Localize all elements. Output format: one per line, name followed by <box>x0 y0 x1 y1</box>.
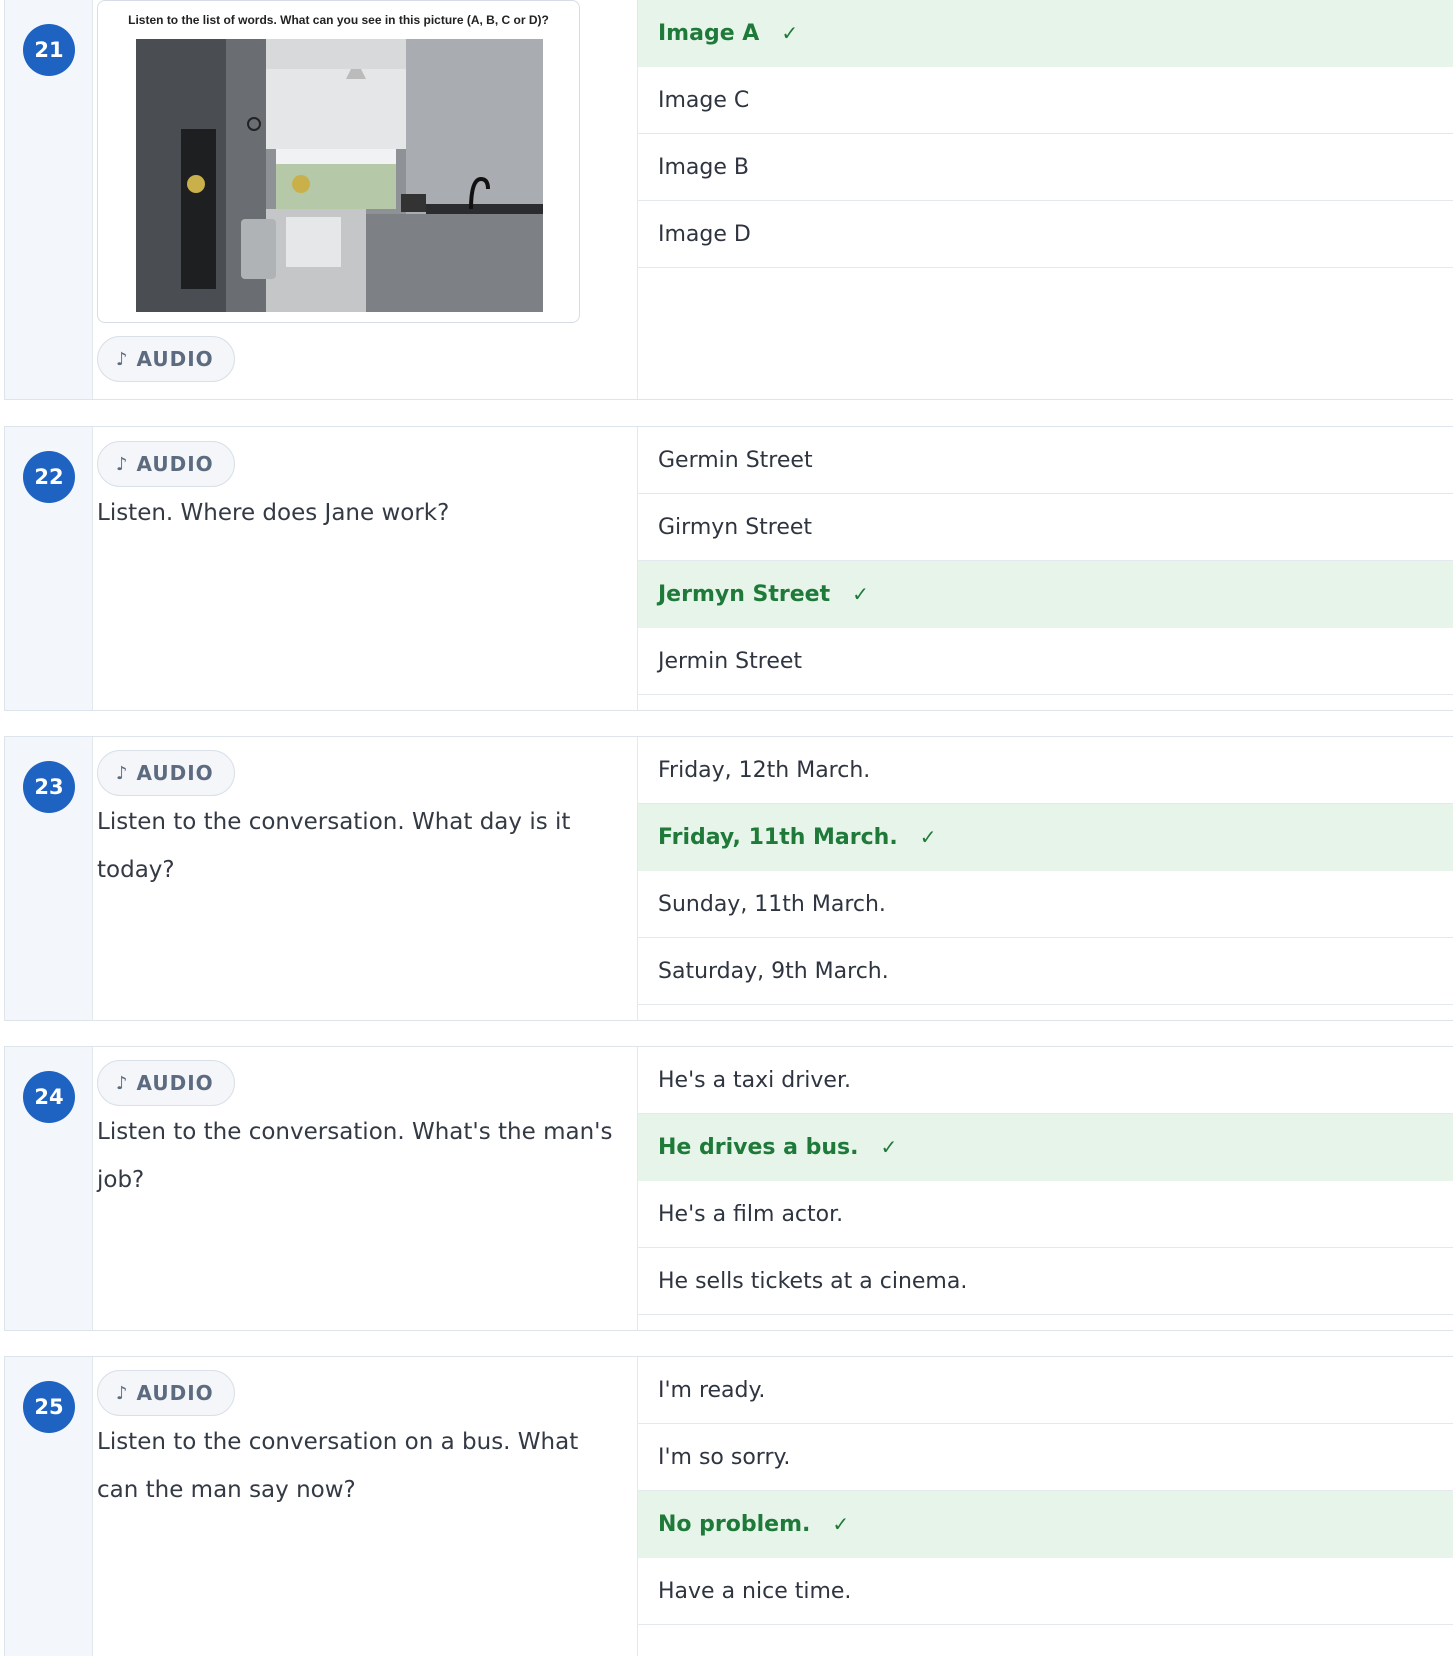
answer-options: He's a taxi driver. He drives a bus. ✓ He… <box>638 1047 1453 1315</box>
question-number-badge: 21 <box>23 24 75 76</box>
check-icon: ✓ <box>880 1135 898 1159</box>
question-card: 23 ♪ AUDIO Listen to the conversation. W… <box>4 736 1453 1021</box>
option-label: Friday, 11th March. <box>658 824 898 850</box>
answer-option[interactable]: Jermin Street <box>638 628 1453 695</box>
answer-option[interactable]: Saturday, 9th March. <box>638 938 1453 1005</box>
play-audio-button[interactable]: ♪ AUDIO <box>97 1060 235 1106</box>
check-icon: ✓ <box>919 825 937 849</box>
check-icon: ✓ <box>832 1512 850 1536</box>
audio-label: AUDIO <box>136 761 214 785</box>
option-label: Image C <box>658 87 750 113</box>
question-text: Listen. Where does Jane work? <box>97 500 450 526</box>
question-number-column: 21 <box>5 0 93 399</box>
answer-option-correct[interactable]: He drives a bus. ✓ <box>638 1114 1453 1181</box>
answer-option[interactable]: He's a film actor. <box>638 1181 1453 1248</box>
question-text: Listen to the conversation on a bus. Wha… <box>97 1429 579 1503</box>
option-label: Girmyn Street <box>658 514 813 540</box>
option-label: He's a film actor. <box>658 1201 844 1227</box>
question-number-badge: 24 <box>23 1071 75 1123</box>
answer-option[interactable]: I'm ready. <box>638 1357 1453 1424</box>
answer-option-correct[interactable]: No problem. ✓ <box>638 1491 1453 1558</box>
answer-options: Image A ✓ Image C Image B Image D <box>638 0 1453 268</box>
option-label: I'm so sorry. <box>658 1444 791 1470</box>
answer-option[interactable]: Image B <box>638 134 1453 201</box>
question-number-badge: 22 <box>23 451 75 503</box>
music-note-icon: ♪ <box>116 453 129 475</box>
answer-option[interactable]: Friday, 12th March. <box>638 737 1453 804</box>
question-card: 22 ♪ AUDIO Listen. Where does Jane work?… <box>4 426 1453 711</box>
question-text: Listen to the conversation. What's the m… <box>97 1119 613 1193</box>
option-label: Jermin Street <box>658 648 803 674</box>
audio-label: AUDIO <box>136 347 214 371</box>
answer-option[interactable]: Image C <box>638 67 1453 134</box>
answer-option-correct[interactable]: Friday, 11th March. ✓ <box>638 804 1453 871</box>
question-content: ♪ AUDIO Listen to the conversation on a … <box>97 1357 638 1656</box>
answer-option[interactable]: He sells tickets at a cinema. <box>638 1248 1453 1315</box>
music-note-icon: ♪ <box>116 348 129 370</box>
answer-option-correct[interactable]: Jermyn Street ✓ <box>638 561 1453 628</box>
question-number-column: 25 <box>5 1357 93 1656</box>
question-number-column: 23 <box>5 737 93 1020</box>
question-number-column: 22 <box>5 427 93 710</box>
question-card: 24 ♪ AUDIO Listen to the conversation. W… <box>4 1046 1453 1331</box>
option-label: Jermyn Street <box>658 581 831 607</box>
option-label: I'm ready. <box>658 1377 766 1403</box>
question-text: Listen to the conversation. What day is … <box>97 809 571 883</box>
play-audio-button[interactable]: ♪ AUDIO <box>97 750 235 796</box>
option-label: Image D <box>658 221 751 247</box>
music-note-icon: ♪ <box>116 1072 129 1094</box>
check-icon: ✓ <box>781 21 799 45</box>
answer-option-correct[interactable]: Image A ✓ <box>638 0 1453 67</box>
audio-label: AUDIO <box>136 452 214 476</box>
answer-options: Germin Street Girmyn Street Jermyn Stree… <box>638 427 1453 695</box>
question-number-column: 24 <box>5 1047 93 1330</box>
music-note-icon: ♪ <box>116 1382 129 1404</box>
option-label: Image B <box>658 154 749 180</box>
answer-option[interactable]: Germin Street <box>638 427 1453 494</box>
option-label: Have a nice time. <box>658 1578 852 1604</box>
answer-option[interactable]: I'm so sorry. <box>638 1424 1453 1491</box>
option-label: No problem. <box>658 1511 811 1537</box>
play-audio-button[interactable]: ♪ AUDIO <box>97 441 235 487</box>
answer-options: Friday, 12th March. Friday, 11th March. ✓… <box>638 737 1453 1005</box>
option-label: Image A <box>658 20 760 46</box>
option-label: He drives a bus. <box>658 1134 859 1160</box>
question-number-badge: 23 <box>23 761 75 813</box>
check-icon: ✓ <box>852 582 869 606</box>
question-content: Listen to the list of words. What can yo… <box>97 0 638 399</box>
question-content: ♪ AUDIO Listen. Where does Jane work? <box>97 427 638 710</box>
answer-options: I'm ready. I'm so sorry. No problem. ✓ Ha… <box>638 1357 1453 1625</box>
play-audio-button[interactable]: ♪ AUDIO <box>97 336 235 382</box>
question-content: ♪ AUDIO Listen to the conversation. What… <box>97 737 638 1020</box>
music-note-icon: ♪ <box>116 762 129 784</box>
option-label: Sunday, 11th March. <box>658 891 886 917</box>
answer-option[interactable]: Sunday, 11th March. <box>638 871 1453 938</box>
answer-option[interactable]: He's a taxi driver. <box>638 1047 1453 1114</box>
question-content: ♪ AUDIO Listen to the conversation. What… <box>97 1047 638 1330</box>
answer-option[interactable]: Image D <box>638 201 1453 268</box>
question-image-card: Listen to the list of words. What can yo… <box>97 0 580 323</box>
play-audio-button[interactable]: ♪ AUDIO <box>97 1370 235 1416</box>
option-label: He sells tickets at a cinema. <box>658 1268 968 1294</box>
option-label: Saturday, 9th March. <box>658 958 889 984</box>
answer-option[interactable]: Girmyn Street <box>638 494 1453 561</box>
audio-label: AUDIO <box>136 1381 214 1405</box>
answer-option[interactable]: Have a nice time. <box>638 1558 1453 1625</box>
image-caption: Listen to the list of words. What can yo… <box>128 13 549 27</box>
option-label: He's a taxi driver. <box>658 1067 851 1093</box>
kitchen-image <box>136 39 543 312</box>
option-label: Friday, 12th March. <box>658 757 871 783</box>
audio-label: AUDIO <box>136 1071 214 1095</box>
option-label: Germin Street <box>658 447 813 473</box>
question-number-badge: 25 <box>23 1381 75 1433</box>
question-card: 25 ♪ AUDIO Listen to the conversation on… <box>4 1356 1453 1656</box>
question-card: 21 Listen to the list of words. What can… <box>4 0 1453 400</box>
